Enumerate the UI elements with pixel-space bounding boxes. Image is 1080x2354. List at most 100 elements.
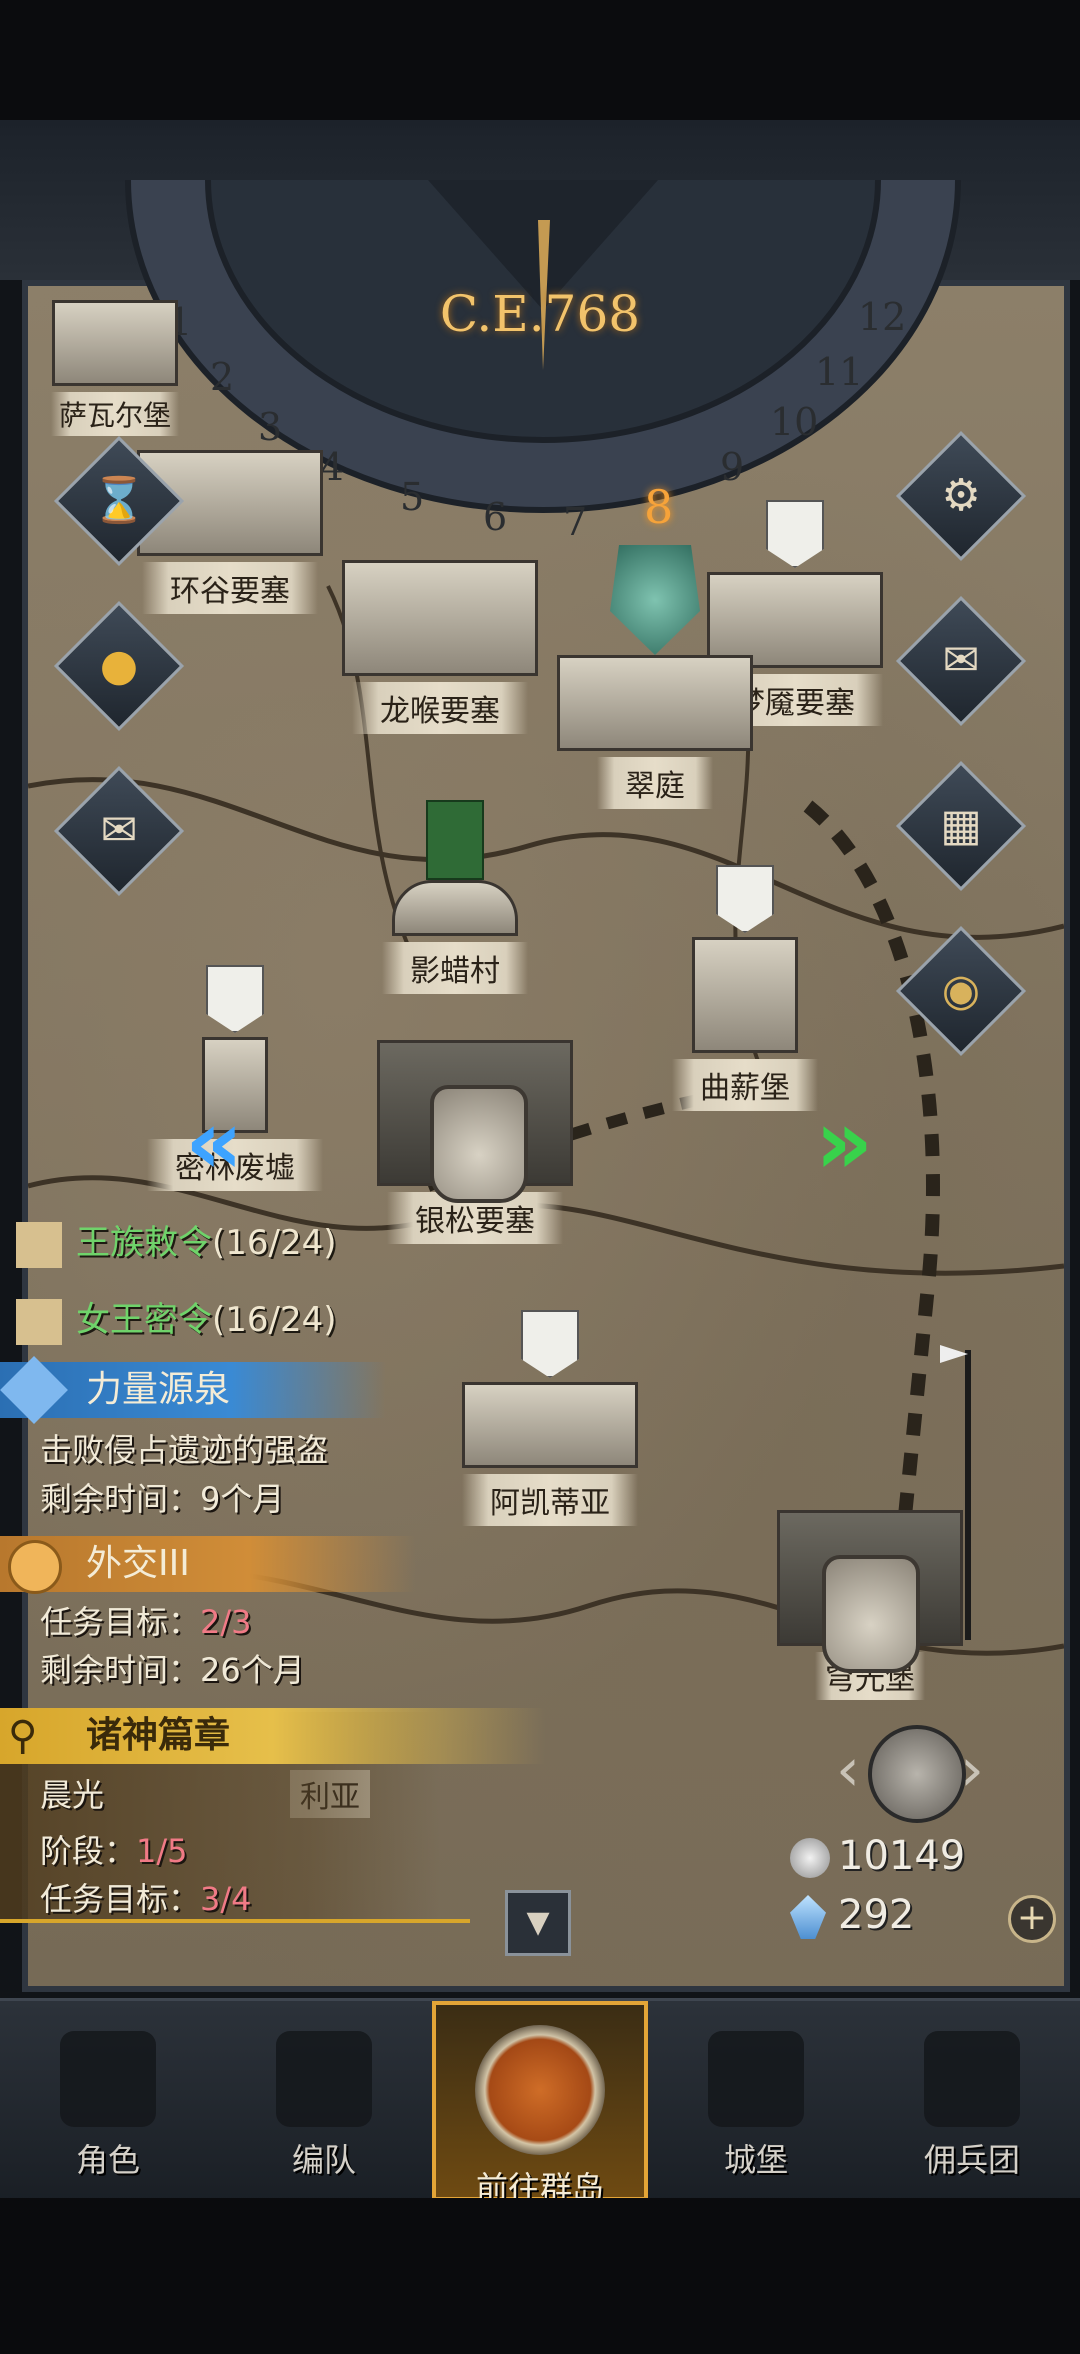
location-quxin[interactable]: 曲薪堡 <box>630 865 860 1111</box>
quest-time-value: 26个月 <box>200 1651 305 1689</box>
month-6: 6 <box>483 495 508 539</box>
castle-icon <box>692 937 798 1053</box>
quest-time: 剩余时间：26个月 <box>40 1645 305 1691</box>
board-icon: ▦ <box>940 800 982 851</box>
decree-royal[interactable]: 王族敕令(16/24) <box>16 1215 337 1268</box>
quest-power-spring[interactable]: 力量源泉 <box>0 1356 386 1424</box>
handshake-icon <box>8 1540 62 1594</box>
add-crystal-button[interactable]: + <box>1008 1895 1056 1943</box>
location-label: 龙喉要塞 <box>352 682 528 734</box>
bottom-nav: 角色 编队 前往群岛 城堡 佣兵团 <box>0 1998 1080 2207</box>
month-7: 7 <box>563 500 588 544</box>
quest-title: 诸神篇章 <box>86 1715 231 1756</box>
quest-time-label: 剩余时间： <box>40 1651 201 1689</box>
castle-icon <box>342 560 538 676</box>
decree-name: 女王密令 <box>76 1300 212 1340</box>
collapse-arrow-icon: ▼ <box>526 1905 550 1940</box>
location-label: 环谷要塞 <box>142 562 318 614</box>
pennant-flag-icon <box>206 965 264 1033</box>
sword-icon <box>0 1356 68 1424</box>
decree-count: (16/24) <box>212 1223 337 1263</box>
quest-gods-chapter[interactable]: ⚲ 诸神篇章 <box>0 1708 546 1764</box>
quest-diplomacy[interactable]: 外交III <box>0 1536 416 1594</box>
quest-title: 力量源泉 <box>86 1369 231 1410</box>
month-8-current: 8 <box>644 480 674 534</box>
scroll-icon <box>16 1298 62 1345</box>
crystal-currency: 292 <box>790 1892 914 1939</box>
status-bar <box>0 0 1080 120</box>
nav-archipelago[interactable]: 前往群岛 <box>432 2001 648 2207</box>
month-11: 11 <box>815 350 864 394</box>
castle-icon <box>557 655 753 751</box>
decree-queen[interactable]: 女王密令(16/24) <box>16 1292 337 1345</box>
scroll-icon: ✉ <box>100 805 138 856</box>
money-bag-icon: ● <box>99 640 139 691</box>
location-label: 阿凯蒂亚 <box>462 1474 638 1526</box>
silver-currency: 10149 <box>790 1833 965 1879</box>
month-3: 3 <box>258 405 283 449</box>
hourglass-icon: ⌛ <box>91 475 147 526</box>
nav-character[interactable]: 角色 <box>0 2001 216 2201</box>
month-5: 5 <box>400 475 425 519</box>
nav-label: 城堡 <box>723 2141 788 2179</box>
nav-mercenary[interactable]: 佣兵团 <box>864 2001 1080 2201</box>
quest-title: 外交III <box>86 1543 190 1584</box>
lock-icon <box>430 1085 528 1203</box>
double-chevron-left-icon[interactable]: « <box>185 1090 243 1195</box>
manor-icon <box>462 1382 638 1468</box>
quest-desc: 击败侵占遗迹的强盗 <box>40 1431 329 1469</box>
castle-icon <box>52 300 178 386</box>
location-label: 萨瓦尔堡 <box>50 392 179 436</box>
system-nav-bar <box>0 2198 1080 2354</box>
month-10: 10 <box>770 400 819 444</box>
quest-stage-label: 阶段： <box>40 1832 137 1870</box>
warrior-icon <box>924 2031 1020 2127</box>
lock-icon <box>822 1555 920 1673</box>
location-savar[interactable]: 萨瓦尔堡 <box>20 300 210 436</box>
castle-icon <box>708 2031 804 2127</box>
nav-castle[interactable]: 城堡 <box>648 2001 864 2201</box>
gear-icon: ⚙ <box>941 470 981 521</box>
collapse-button[interactable]: ▼ <box>505 1890 571 1956</box>
quest-name: 晨光 <box>40 1776 105 1814</box>
nav-label: 佣兵团 <box>923 2141 1020 2179</box>
location-yinglacun[interactable]: 影蜡村 <box>345 800 565 994</box>
quest-divider <box>0 1919 470 1923</box>
tree-banner-icon <box>426 800 484 880</box>
pennant-flag-icon <box>766 500 824 568</box>
quest-time-value: 9个月 <box>200 1480 285 1518</box>
nav-label: 角色 <box>75 2141 140 2179</box>
quest-time-label: 剩余时间： <box>40 1480 201 1518</box>
nav-label: 编队 <box>291 2141 356 2179</box>
quest-time: 剩余时间：9个月 <box>40 1474 284 1520</box>
chevron-right-icon: › <box>960 1735 984 1805</box>
chevron-left-icon: ‹ <box>836 1735 860 1805</box>
crosshair-icon <box>868 1725 966 1823</box>
quest-goal-label: 任务目标： <box>40 1603 201 1641</box>
crystal-amount: 292 <box>838 1892 915 1938</box>
month-12: 12 <box>858 295 907 339</box>
quest-stage: 阶段：1/5 <box>40 1826 188 1872</box>
month-2: 2 <box>210 355 235 399</box>
location-label: 翠庭 <box>597 757 713 809</box>
recenter-button[interactable]: ‹ › <box>836 1695 988 1845</box>
compass-map-icon <box>475 2025 605 2155</box>
quest-stage-value: 1/5 <box>136 1832 188 1870</box>
nav-formation[interactable]: 编队 <box>216 2001 432 2201</box>
silver-amount: 10149 <box>838 1833 966 1879</box>
location-cuiting[interactable]: 翠庭 <box>540 545 770 809</box>
coin-icon: ◉ <box>941 965 981 1016</box>
quest-goal: 任务目标：2/3 <box>40 1597 252 1643</box>
quest-goal: 任务目标：3/4 <box>40 1874 252 1920</box>
silver-coin-icon <box>790 1838 830 1878</box>
double-chevron-right-icon[interactable]: » <box>815 1090 873 1195</box>
location-longhou[interactable]: 龙喉要塞 <box>320 560 560 734</box>
quest-goal-value: 3/4 <box>200 1880 252 1918</box>
flag-pole <box>965 1350 971 1640</box>
pennant-flag-icon <box>716 865 774 933</box>
quest-goal-label: 任务目标： <box>40 1880 201 1918</box>
knight-icon <box>60 2031 156 2127</box>
location-akaidiya[interactable]: 阿凯蒂亚 <box>430 1310 670 1526</box>
magnifier-icon: ⚲ <box>8 1713 38 1759</box>
player-marker-icon <box>610 545 700 655</box>
